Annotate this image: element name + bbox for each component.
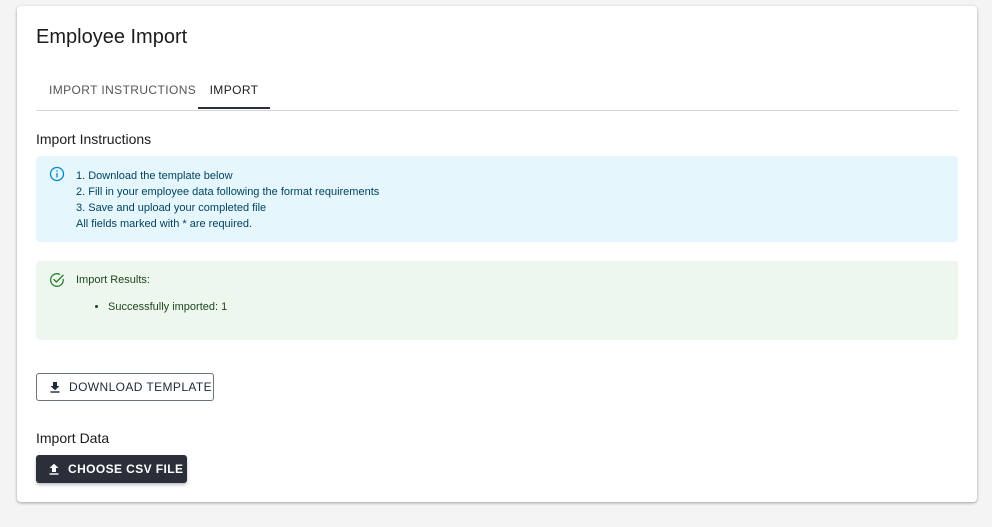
download-icon — [50, 382, 60, 393]
choose-csv-file-button[interactable]: CHOOSE CSV FILE — [36, 455, 187, 483]
import-results-alert: Import Results: Successfully imported: 1 — [36, 261, 958, 340]
results-title: Import Results: — [76, 274, 150, 286]
download-template-label: DOWNLOAD TEMPLATE — [69, 380, 213, 394]
instruction-line: 1. Download the template below — [76, 170, 233, 182]
instructions-alert: 1. Download the template below 2. Fill i… — [36, 156, 958, 242]
results-list: Successfully imported: 1 — [94, 301, 227, 313]
tab-import-instructions[interactable]: IMPORT INSTRUCTIONS — [49, 80, 196, 109]
import-data-label: Import Data — [36, 430, 110, 446]
instruction-line: 3. Save and upload your completed file — [76, 202, 267, 214]
tab-bar: IMPORT INSTRUCTIONS IMPORT — [36, 80, 958, 111]
instructions-heading: Import Instructions — [36, 131, 152, 147]
page-title: Employee Import — [36, 26, 188, 48]
instructions-text: 1. Download the template below 2. Fill i… — [76, 168, 379, 232]
list-item: Successfully imported: 1 — [108, 301, 227, 313]
employee-import-card: Employee Import IMPORT INSTRUCTIONS IMPO… — [17, 6, 977, 502]
instruction-line: 2. Fill in your employee data following … — [76, 186, 380, 198]
download-template-button[interactable]: DOWNLOAD TEMPLATE — [36, 373, 214, 401]
active-tab-indicator — [198, 107, 270, 109]
info-icon — [49, 166, 65, 182]
tab-import[interactable]: IMPORT — [198, 80, 270, 109]
instruction-line: All fields marked with * are required. — [76, 218, 253, 230]
upload-icon — [49, 463, 59, 475]
check-circle-icon — [49, 273, 64, 287]
choose-csv-file-label: CHOOSE CSV FILE — [68, 462, 184, 476]
